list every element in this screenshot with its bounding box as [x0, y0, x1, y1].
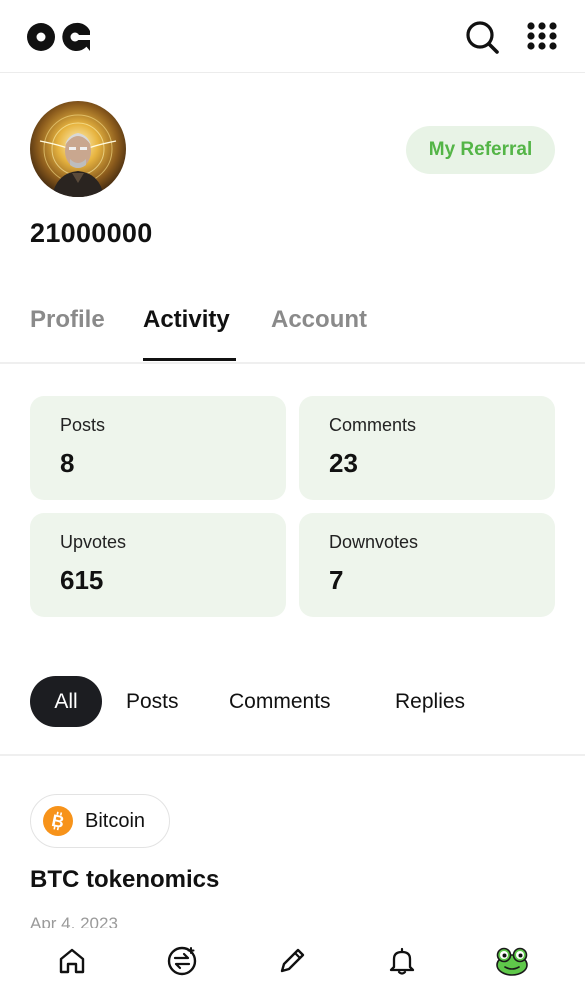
- stat-card-posts: Posts 8: [30, 396, 286, 500]
- community-name: Bitcoin: [85, 809, 146, 832]
- avatar[interactable]: [30, 101, 126, 197]
- my-referral-button[interactable]: My Referral: [406, 126, 555, 174]
- username: 21000000: [30, 218, 153, 248]
- filter-posts[interactable]: Posts: [126, 676, 179, 727]
- og-logo-icon[interactable]: [26, 22, 92, 52]
- profile-tabs: Profile Activity Account: [0, 300, 585, 364]
- frog-avatar-icon[interactable]: [495, 944, 529, 978]
- search-icon[interactable]: [464, 20, 500, 54]
- pencil-icon[interactable]: [275, 944, 309, 978]
- stat-label: Downvotes: [329, 532, 419, 552]
- tab-account[interactable]: Account: [271, 306, 367, 334]
- active-tab-indicator: [143, 358, 236, 361]
- stat-label: Upvotes: [60, 532, 127, 552]
- stat-card-downvotes: Downvotes 7: [299, 513, 555, 617]
- stat-card-upvotes: Upvotes 615: [30, 513, 286, 617]
- stat-card-comments: Comments 23: [299, 396, 555, 500]
- swap-icon[interactable]: [165, 944, 199, 978]
- app-header: [0, 0, 585, 73]
- stat-value: 7: [329, 565, 344, 595]
- stat-label: Comments: [329, 415, 417, 435]
- stat-value: 8: [60, 448, 75, 478]
- bitcoin-icon: B: [43, 806, 73, 836]
- post-title[interactable]: BTC tokenomics: [30, 866, 219, 894]
- stat-label: Posts: [60, 415, 106, 435]
- activity-filter-bar: All Posts Comments Replies: [0, 676, 585, 756]
- filter-comments[interactable]: Comments: [229, 676, 331, 727]
- grid-menu-icon[interactable]: [527, 22, 557, 50]
- tab-activity[interactable]: Activity: [143, 306, 230, 334]
- filter-all[interactable]: All: [30, 676, 102, 727]
- home-icon[interactable]: [55, 944, 89, 978]
- bell-icon[interactable]: [385, 944, 419, 978]
- filter-replies[interactable]: Replies: [395, 676, 465, 727]
- bottom-nav: [0, 928, 585, 994]
- stat-value: 615: [60, 565, 104, 595]
- tab-profile[interactable]: Profile: [30, 306, 105, 334]
- stat-value: 23: [329, 448, 358, 478]
- community-tag[interactable]: B Bitcoin: [30, 794, 170, 848]
